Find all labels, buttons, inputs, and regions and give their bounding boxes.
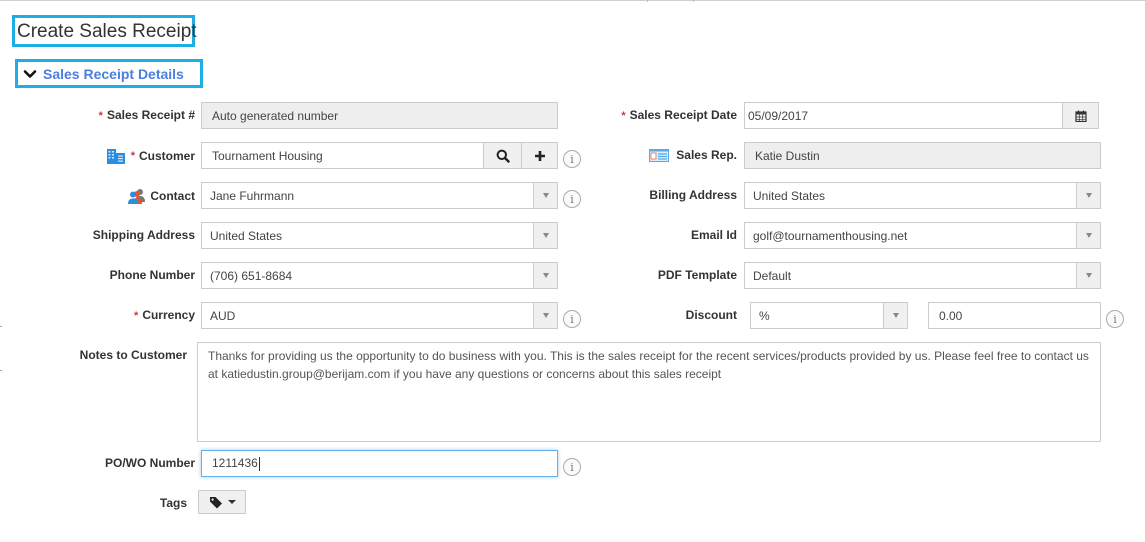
discount-type-dropdown[interactable]: % (750, 302, 908, 329)
billing-address-value: United States (753, 188, 826, 203)
caret-down-icon (542, 313, 549, 318)
top-divider (0, 0, 1145, 1)
edge-mark (0, 326, 2, 327)
caret-down-icon (1085, 273, 1092, 278)
caret-down-icon (542, 273, 549, 278)
discount-info-icon[interactable]: i (1106, 310, 1124, 328)
label-text: Sales Receipt # (106, 108, 195, 122)
calendar-icon (1074, 110, 1087, 122)
tags-dropdown-button[interactable] (198, 490, 246, 514)
caret-down-icon (1085, 193, 1092, 198)
id-card-icon (649, 148, 670, 162)
contacts-icon (128, 189, 146, 204)
date-picker-button[interactable] (1062, 103, 1098, 128)
customer-field[interactable]: Tournament Housing (201, 142, 558, 169)
page-title: Create Sales Receipt (12, 15, 197, 47)
required-marker: * (134, 310, 139, 322)
po-wo-number-label: PO/WO Number (104, 456, 195, 470)
notes-textarea[interactable]: Thanks for providing us the opportunity … (197, 342, 1101, 442)
contact-value: Jane Fuhrmann (210, 188, 295, 203)
email-id-dropdown-toggle[interactable] (1076, 223, 1100, 248)
customer-info-icon[interactable]: i (563, 150, 581, 168)
caret-down-icon (892, 313, 899, 318)
text-cursor (258, 456, 260, 471)
billing-address-dropdown-toggle[interactable] (1076, 183, 1100, 208)
po-wo-text: 1211436 (212, 456, 258, 471)
po-wo-number-input[interactable]: 1211436 (201, 450, 558, 477)
sales-receipt-number-value: Auto generated number (212, 108, 339, 123)
phone-number-dropdown[interactable]: (706) 651-8684 (201, 262, 558, 289)
top-divider-tick (693, 0, 694, 2)
sales-rep-label: Sales Rep. (649, 148, 737, 162)
sales-rep-value: Katie Dustin (755, 148, 820, 163)
customer-search-button[interactable] (483, 143, 521, 168)
contact-dropdown[interactable]: Jane Fuhrmann (201, 182, 558, 209)
discount-amount-value: 0.00 (939, 308, 963, 323)
edge-mark (0, 370, 2, 371)
po-wo-number-value: 1211436 (202, 456, 557, 471)
label-text: Sales Receipt Date (629, 108, 737, 122)
discount-amount-input[interactable]: 0.00 (928, 302, 1101, 329)
customer-value: Tournament Housing (212, 148, 323, 163)
currency-dropdown[interactable]: AUD (201, 302, 558, 329)
section-title: Sales Receipt Details (43, 65, 184, 82)
currency-info-icon[interactable]: i (563, 310, 581, 328)
required-marker: * (98, 110, 103, 122)
sales-receipt-number-field[interactable]: Auto generated number (201, 102, 558, 129)
currency-dropdown-toggle[interactable] (533, 303, 557, 328)
caret-down-icon (542, 233, 549, 238)
discount-type-dropdown-toggle[interactable] (883, 303, 907, 328)
billing-address-label: Billing Address (649, 188, 737, 202)
tag-icon (209, 496, 222, 508)
caret-down-icon (227, 500, 236, 504)
notes-label: Notes to Customer (79, 348, 187, 362)
label-text: Customer (138, 149, 195, 163)
chevron-down-icon (23, 69, 37, 78)
email-id-dropdown[interactable]: golf@tournamenthousing.net (744, 222, 1101, 249)
currency-value: AUD (210, 308, 236, 323)
discount-type-value: % (759, 308, 770, 323)
billing-address-dropdown[interactable]: United States (744, 182, 1101, 209)
sales-receipt-number-label: * Sales Receipt # (99, 108, 195, 123)
shipping-address-dropdown-toggle[interactable] (533, 223, 557, 248)
po-wo-info-icon[interactable]: i (563, 458, 581, 476)
discount-label: Discount (685, 308, 737, 322)
caret-down-icon (1085, 233, 1092, 238)
shipping-address-dropdown[interactable]: United States (201, 222, 558, 249)
shipping-address-value: United States (210, 228, 283, 243)
tags-label: Tags (159, 496, 187, 510)
label-text: Sales Rep. (676, 148, 737, 162)
contact-label: Contact (127, 188, 195, 204)
phone-number-value: (706) 651-8684 (210, 268, 293, 283)
contact-info-icon[interactable]: i (563, 190, 581, 208)
top-divider-tick (647, 0, 648, 2)
email-id-value: golf@tournamenthousing.net (753, 228, 908, 243)
sales-receipt-date-label: * Sales Receipt Date (621, 108, 737, 123)
pdf-template-dropdown-toggle[interactable] (1076, 263, 1100, 288)
pdf-template-dropdown[interactable]: Default (744, 262, 1101, 289)
search-icon (496, 149, 510, 163)
required-marker: * (621, 110, 626, 122)
shipping-address-label: Shipping Address (92, 228, 195, 242)
pdf-template-value: Default (753, 268, 792, 283)
email-id-label: Email Id (690, 228, 737, 242)
pdf-template-label: PDF Template (657, 268, 737, 282)
caret-down-icon (542, 193, 549, 198)
sales-receipt-date-value: 05/09/2017 (748, 108, 809, 123)
plus-icon (534, 150, 545, 161)
building-icon (106, 149, 125, 164)
sales-rep-field[interactable]: Katie Dustin (744, 142, 1101, 169)
customer-add-button[interactable] (521, 143, 557, 168)
contact-dropdown-toggle[interactable] (533, 183, 557, 208)
required-marker: * (130, 150, 135, 162)
section-header-sales-receipt-details[interactable]: Sales Receipt Details (15, 59, 203, 88)
phone-number-dropdown-toggle[interactable] (533, 263, 557, 288)
label-text: Contact (150, 189, 195, 203)
currency-label: * Currency (134, 308, 195, 323)
label-text: Currency (142, 308, 195, 322)
customer-label: * Customer (106, 148, 195, 164)
sales-receipt-date-field[interactable]: 05/09/2017 (744, 102, 1099, 129)
phone-number-label: Phone Number (109, 268, 195, 282)
